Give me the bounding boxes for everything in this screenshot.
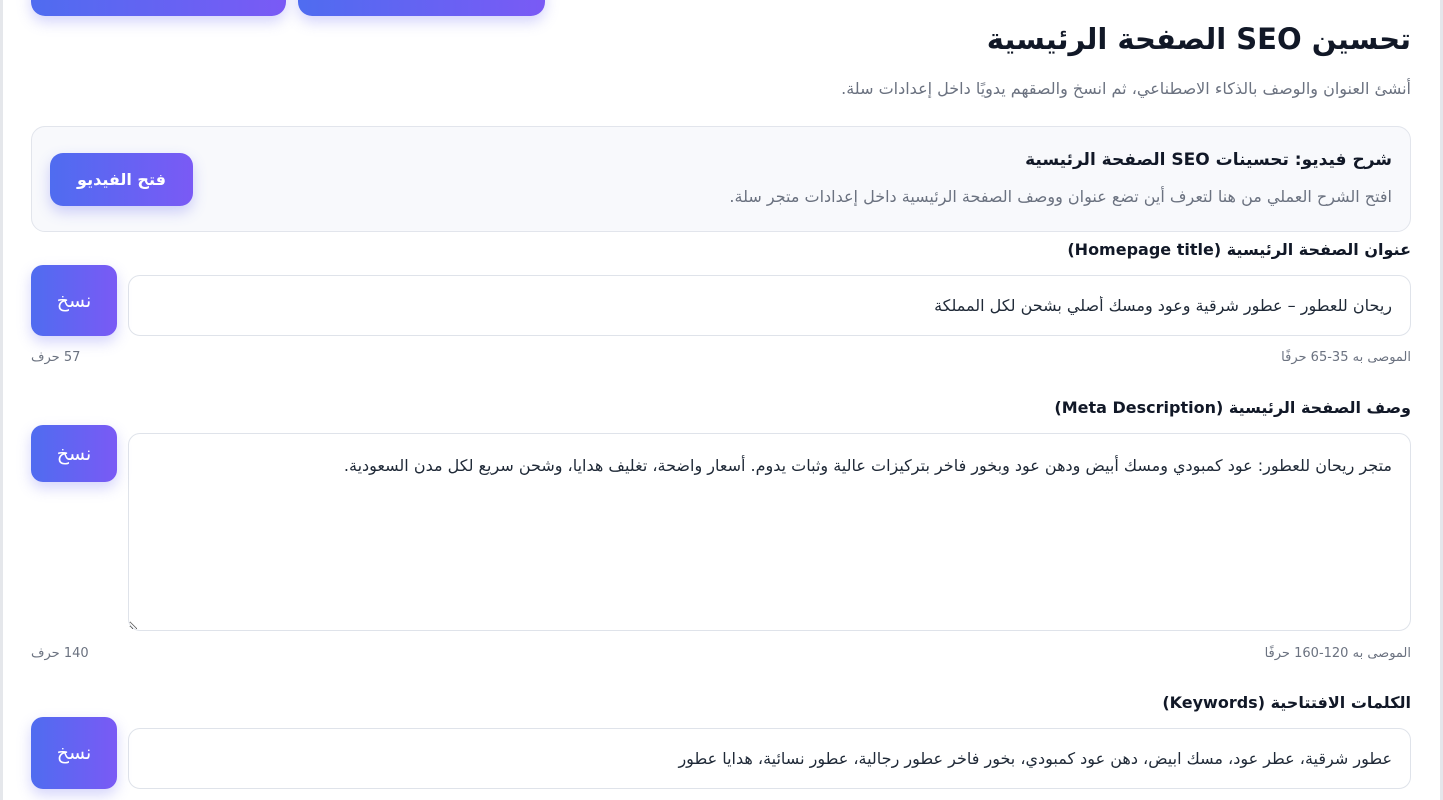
title-length-hint: الموصى به 35-65 حرفًا (1281, 350, 1411, 365)
homepage-title-input[interactable] (128, 275, 1411, 336)
title-char-count: 57 حرف (31, 350, 81, 365)
copy-description-button[interactable]: نسخ (31, 425, 117, 482)
top-action-button-2[interactable] (298, 0, 545, 16)
video-card-title: شرح فيديو: تحسينات SEO الصفحة الرئيسية (1025, 150, 1392, 170)
copy-keywords-button[interactable]: نسخ (31, 717, 117, 789)
keywords-label: الكلمات الافتتاحية (Keywords) (1162, 693, 1411, 712)
homepage-title-label: عنوان الصفحة الرئيسية (Homepage title) (1067, 240, 1411, 259)
page: تحسين SEO الصفحة الرئيسية أنشئ العنوان و… (0, 0, 1443, 800)
description-char-count: 140 حرف (31, 646, 89, 661)
meta-description-textarea[interactable]: متجر ريحان للعطور: عود كمبودي ومسك أبيض … (128, 433, 1411, 631)
copy-title-button[interactable]: نسخ (31, 265, 117, 336)
keywords-input[interactable] (128, 728, 1411, 789)
open-video-button[interactable]: فتح الفيديو (50, 153, 193, 206)
video-card-description: افتح الشرح العملي من هنا لتعرف أين تضع ع… (729, 187, 1392, 206)
video-card: شرح فيديو: تحسينات SEO الصفحة الرئيسية ا… (31, 126, 1411, 232)
page-subtitle: أنشئ العنوان والوصف بالذكاء الاصطناعي، ث… (841, 79, 1411, 98)
top-action-button-1[interactable] (31, 0, 286, 16)
meta-description-label: وصف الصفحة الرئيسية (Meta Description) (1054, 398, 1411, 417)
description-length-hint: الموصى به 120-160 حرفًا (1264, 646, 1411, 661)
left-border (0, 0, 3, 800)
page-title: تحسين SEO الصفحة الرئيسية (986, 22, 1411, 56)
